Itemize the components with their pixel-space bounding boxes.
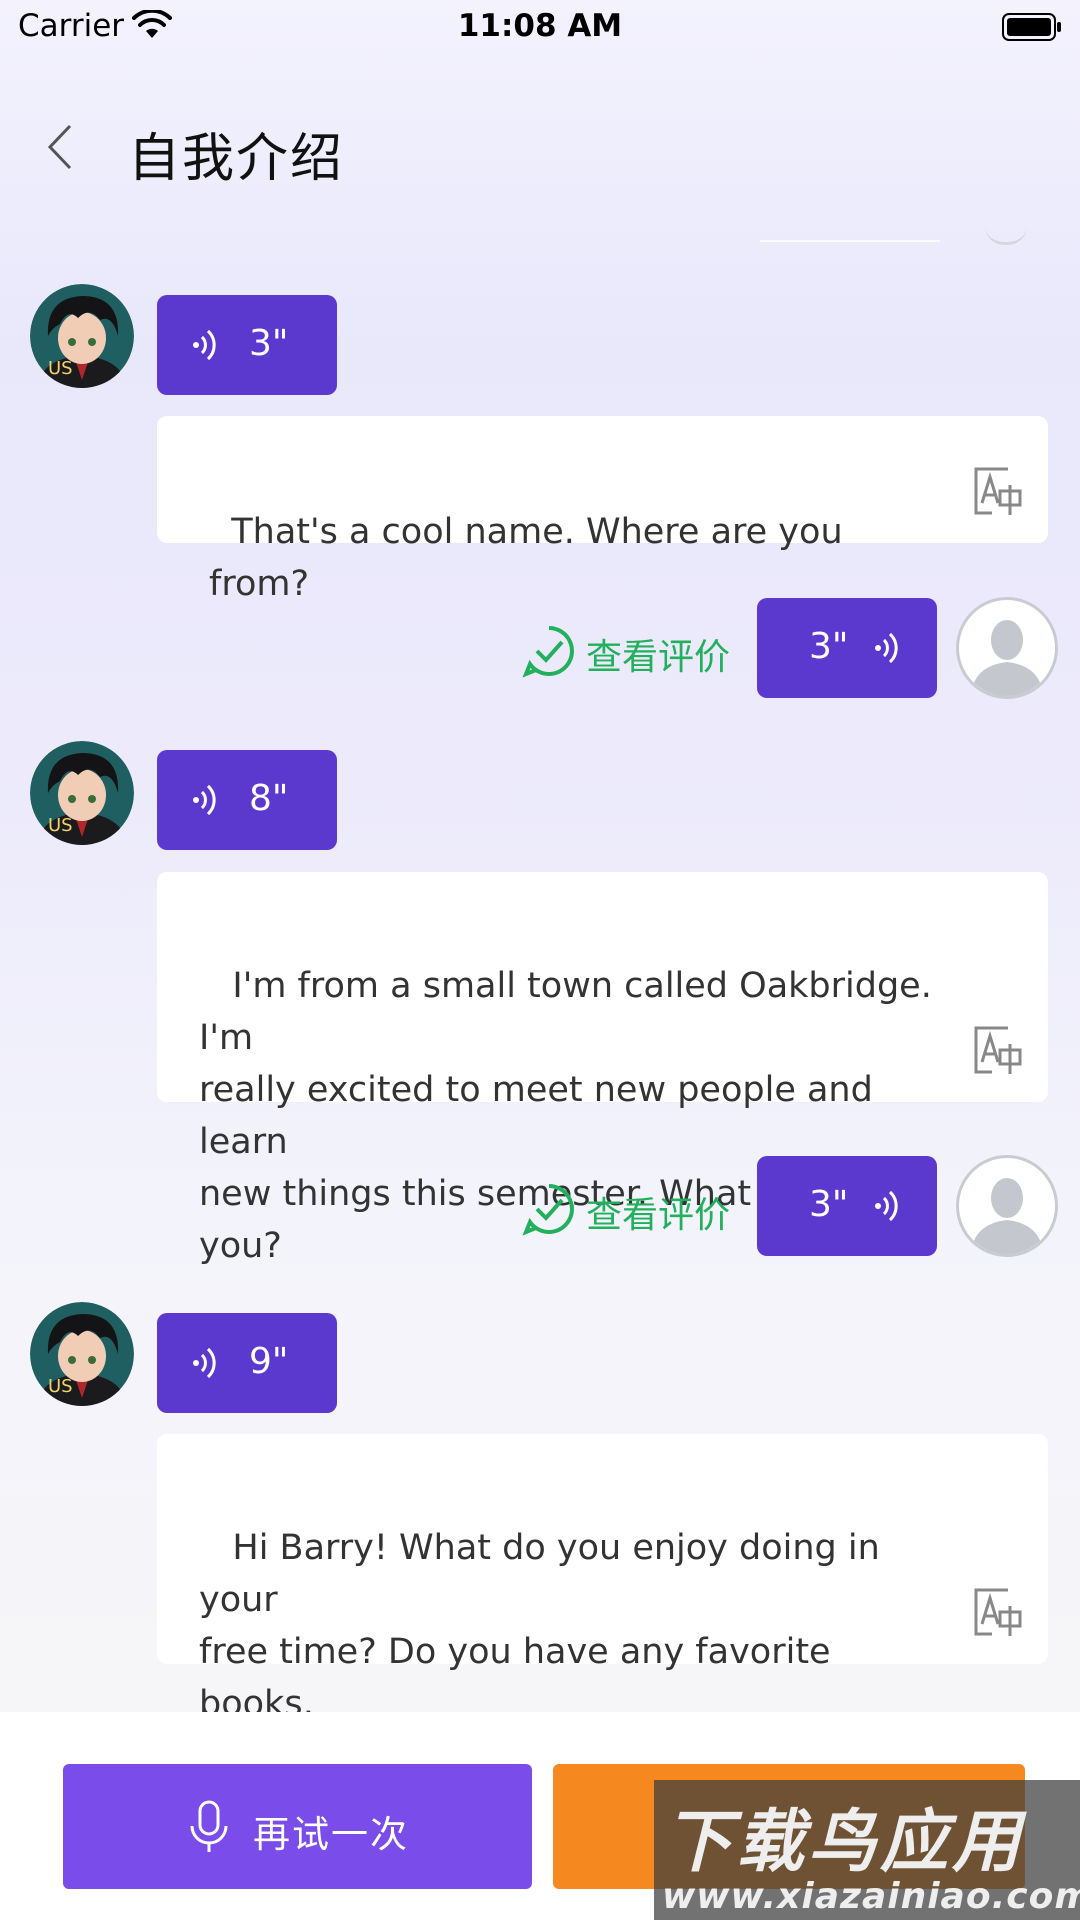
voice-bubble-bot[interactable]: 8" <box>157 750 337 850</box>
bot-avatar[interactable]: US <box>30 1302 134 1406</box>
message-text-card: That's a cool name. Where are you from? <box>157 416 1048 604</box>
voice-bubble-user[interactable]: 3" <box>757 1156 937 1256</box>
check-circle-icon <box>522 1184 574 1236</box>
default-person-icon <box>971 620 1043 696</box>
message-text-card: I'm from a small town called Oakbridge. … <box>157 872 1048 1266</box>
previous-avatar-edge <box>985 226 1027 245</box>
voice-bubble-bot[interactable]: 9" <box>157 1313 337 1413</box>
translate-icon[interactable] <box>972 1588 1026 1638</box>
back-chevron-icon[interactable] <box>42 122 78 172</box>
bot-avatar-image <box>30 1302 134 1406</box>
view-evaluation-link[interactable]: 查看评价 <box>522 620 742 680</box>
voice-duration: 9" <box>249 1341 289 1382</box>
status-bar: Carrier 11:08 AM <box>0 0 1080 54</box>
microphone-icon <box>190 1800 228 1852</box>
view-evaluation-label: 查看评价 <box>586 637 731 678</box>
translate-icon[interactable] <box>972 1026 1026 1076</box>
avatar-badge: US <box>48 1376 73 1397</box>
status-time: 11:08 AM <box>457 8 623 44</box>
voice-duration: 3" <box>809 626 849 667</box>
page-title: 自我介绍 <box>128 129 345 189</box>
voice-bubble-user[interactable]: 3" <box>757 598 937 698</box>
bot-avatar[interactable]: US <box>30 284 134 388</box>
retry-label: 再试一次 <box>253 1813 409 1856</box>
sound-wave-icon <box>193 1347 216 1379</box>
watermark-logo: 下载鸟应用 www.xiazainiao.com <box>654 1780 1080 1920</box>
bot-avatar-image <box>30 284 134 388</box>
sound-wave-icon <box>193 329 216 361</box>
avatar-badge: US <box>48 815 73 836</box>
watermark-text: 下载鸟应用 <box>664 1803 1025 1882</box>
bot-avatar-image <box>30 741 134 845</box>
sound-wave-icon <box>875 1190 898 1222</box>
avatar-badge: US <box>48 358 73 379</box>
default-person-icon <box>971 1178 1043 1254</box>
sound-wave-icon <box>875 632 898 664</box>
voice-duration: 3" <box>809 1184 849 1225</box>
view-evaluation-link[interactable]: 查看评价 <box>522 1178 742 1238</box>
battery-icon <box>1002 13 1061 41</box>
user-avatar[interactable] <box>956 1155 1058 1257</box>
retry-button[interactable]: 再试一次 <box>63 1764 532 1889</box>
check-circle-icon <box>522 626 574 678</box>
view-evaluation-label: 查看评价 <box>586 1195 731 1236</box>
watermark-url: www.xiazainiao.com <box>662 1876 1080 1917</box>
voice-bubble-bot[interactable]: 3" <box>157 295 337 395</box>
bot-avatar[interactable]: US <box>30 741 134 845</box>
message-text: That's a cool name. Where are you from? <box>209 512 854 604</box>
user-avatar[interactable] <box>956 597 1058 699</box>
voice-duration: 8" <box>249 778 289 819</box>
previous-card-edge <box>760 240 940 242</box>
message-text-card: Hi Barry! What do you enjoy doing in you… <box>157 1434 1048 1776</box>
sound-wave-icon <box>193 784 216 816</box>
voice-duration: 3" <box>249 323 289 364</box>
translate-icon[interactable] <box>972 467 1026 517</box>
